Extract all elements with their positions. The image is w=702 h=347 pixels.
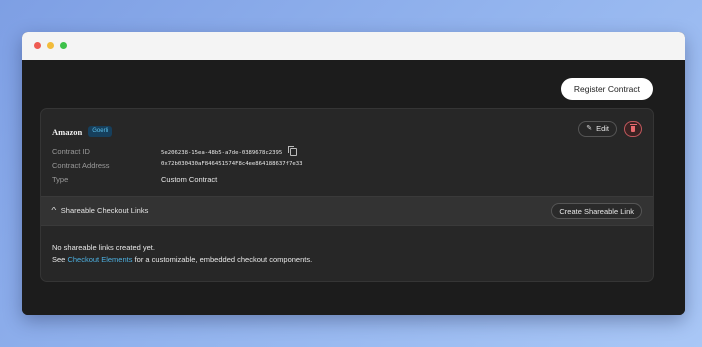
shareable-links-toggle[interactable]: ^ Shareable Checkout Links — [51, 206, 149, 215]
main-content: Register Contract Amazon Goerli ✎ Edit C… — [22, 60, 685, 315]
contract-address-row: Contract Address 0x72b030430aF846451574F… — [52, 161, 302, 170]
edit-label: Edit — [596, 124, 609, 133]
delete-contract-button[interactable] — [624, 121, 642, 137]
shareable-links-header[interactable]: ^ Shareable Checkout Links Create Sharea… — [41, 196, 653, 226]
contract-address-label: Contract Address — [52, 161, 110, 170]
empty-links-message: No shareable links created yet. See Chec… — [52, 242, 312, 266]
contract-id-value-wrap: 5e206238-15ea-48b5-a7de-0389678c2395 — [161, 146, 298, 157]
close-window-button[interactable] — [34, 42, 41, 49]
title-bar — [22, 32, 685, 60]
empty-prefix: See — [52, 255, 68, 264]
network-badge: Goerli — [88, 126, 113, 137]
contract-header: Amazon Goerli — [52, 126, 113, 137]
contract-name: Amazon — [52, 126, 83, 137]
edit-contract-button[interactable]: ✎ Edit — [578, 121, 617, 137]
contract-type-label: Type — [52, 175, 69, 184]
minimize-window-button[interactable] — [47, 42, 54, 49]
create-shareable-link-button[interactable]: Create Shareable Link — [551, 203, 642, 219]
empty-suffix: for a customizable, embedded checkout co… — [132, 255, 313, 264]
checkout-elements-link[interactable]: Checkout Elements — [67, 255, 132, 264]
contract-address-value: 0x72b030430aF846451574F8c4ee864188637f7e… — [161, 161, 303, 167]
empty-line-1: No shareable links created yet. — [52, 243, 155, 252]
empty-line-2: See Checkout Elements for a customizable… — [52, 254, 312, 266]
contract-type-row: Type Custom Contract — [52, 175, 217, 184]
contract-type-value: Custom Contract — [161, 175, 218, 184]
copy-icon[interactable] — [288, 146, 298, 157]
shareable-links-title: Shareable Checkout Links — [60, 206, 149, 215]
contract-id-row: Contract ID 5e206238-15ea-48b5-a7de-0389… — [52, 146, 298, 157]
app-window: Register Contract Amazon Goerli ✎ Edit C… — [22, 32, 685, 315]
contract-id-value: 5e206238-15ea-48b5-a7de-0389678c2395 — [161, 150, 283, 156]
maximize-window-button[interactable] — [60, 42, 67, 49]
register-contract-button[interactable]: Register Contract — [560, 78, 653, 100]
trash-icon — [630, 124, 637, 132]
chevron-up-icon: ^ — [51, 206, 57, 215]
contract-id-label: Contract ID — [52, 147, 90, 156]
contract-card: Amazon Goerli ✎ Edit Contract ID 5e20623… — [40, 108, 654, 282]
pencil-icon: ✎ — [586, 125, 593, 132]
